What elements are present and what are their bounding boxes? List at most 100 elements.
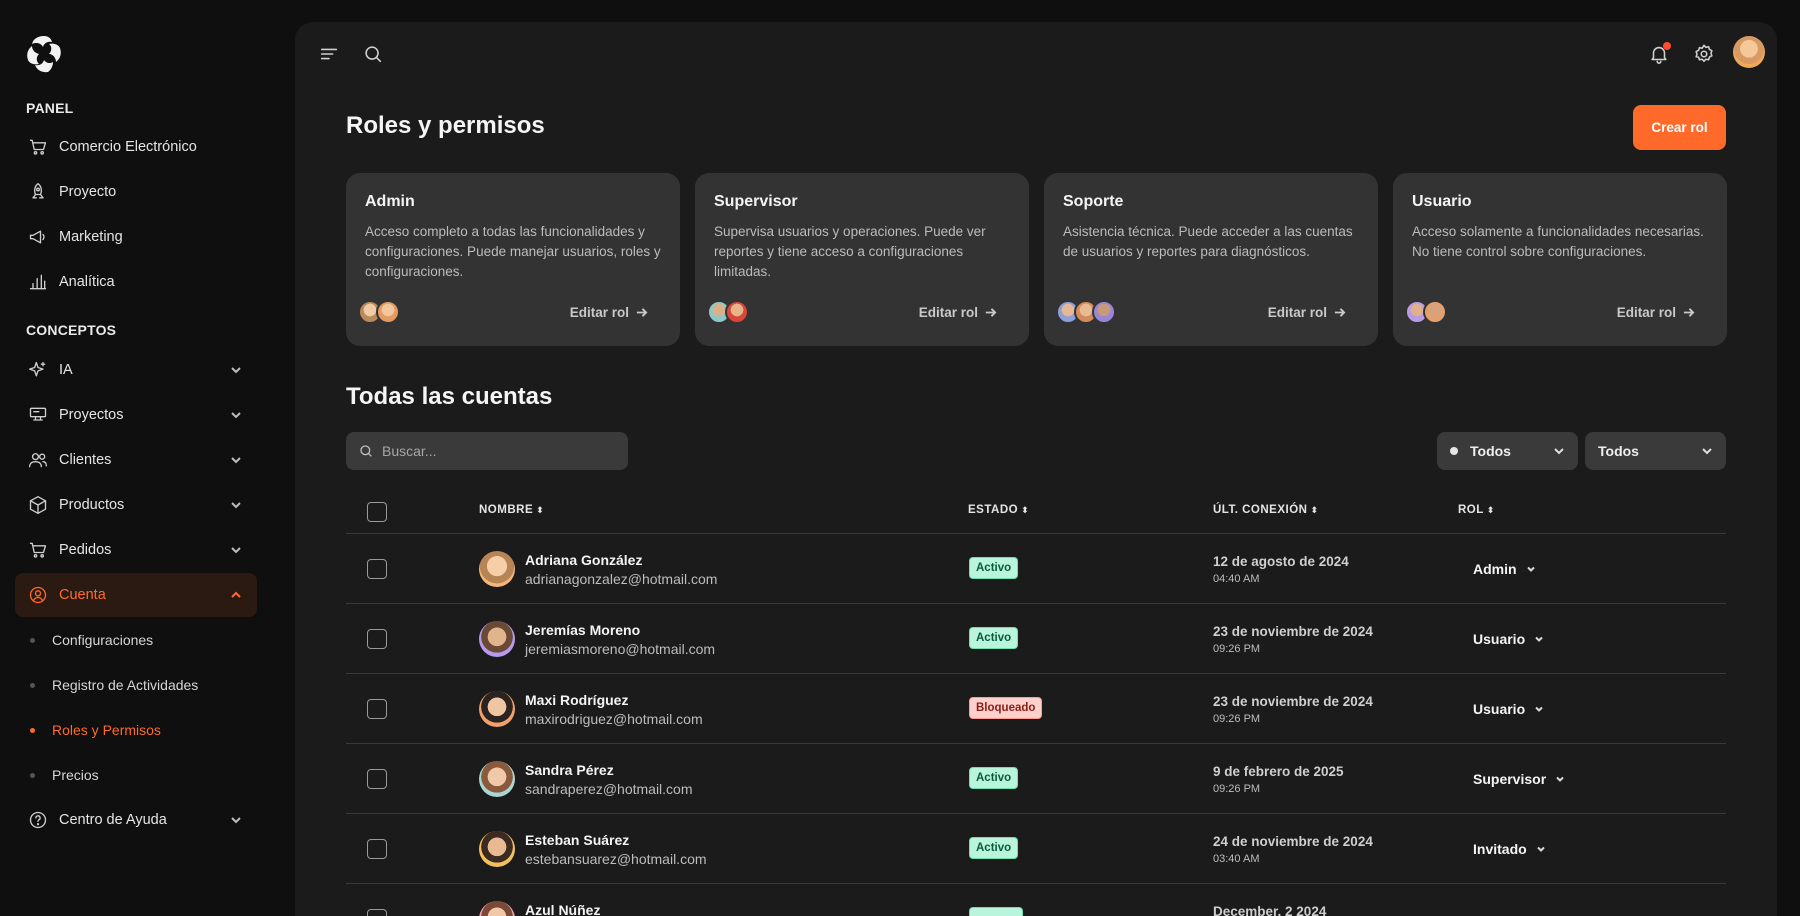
edit-role-link[interactable]: Editar rol xyxy=(570,305,648,320)
arrow-right-icon xyxy=(636,308,648,317)
sidebar: PANEL Comercio Electrónico Proyecto Mark… xyxy=(0,0,280,916)
edit-role-link[interactable]: Editar rol xyxy=(1617,305,1695,320)
role-card-title: Usuario xyxy=(1412,193,1472,210)
role-card-usuario: Usuario Acceso solamente a funcionalidad… xyxy=(1393,173,1727,346)
section-label-conceptos: CONCEPTOS xyxy=(26,322,117,338)
status-dot xyxy=(1450,447,1458,455)
search-input[interactable] xyxy=(382,443,612,459)
row-checkbox[interactable] xyxy=(367,839,387,859)
chevron-down-icon xyxy=(1535,706,1543,712)
sidebar-item-label: Productos xyxy=(59,497,125,513)
avatar xyxy=(725,300,749,324)
gear-icon[interactable] xyxy=(1692,42,1716,66)
sidebar-subitem-roles[interactable]: Roles y Permisos xyxy=(30,715,161,745)
chevron-down-icon[interactable] xyxy=(229,813,243,827)
role-card-admin: Admin Acceso completo a todas las funcio… xyxy=(346,173,680,346)
sidebar-item-label: Clientes xyxy=(59,452,112,468)
chevron-down-icon xyxy=(1526,566,1535,572)
role-filter-select[interactable]: Todos xyxy=(1585,432,1726,470)
sidebar-item-ayuda[interactable]: Centro de Ayuda xyxy=(15,798,257,842)
divider xyxy=(346,533,1726,534)
sort-icon: ⬍ xyxy=(536,504,545,515)
sidebar-item-cuenta[interactable]: Cuenta xyxy=(15,573,257,617)
sidebar-item-clientes[interactable]: Clientes xyxy=(15,438,257,482)
role-value: Usuario xyxy=(1473,701,1526,717)
role-dropdown[interactable]: Invitado xyxy=(1473,841,1546,857)
column-header-role[interactable]: ROL ⬍ xyxy=(1458,504,1495,516)
row-checkbox[interactable] xyxy=(367,909,387,916)
bell-icon[interactable] xyxy=(1647,42,1671,66)
chevron-down-icon[interactable] xyxy=(229,363,243,377)
sidebar-subitem-precios[interactable]: Precios xyxy=(30,760,99,790)
create-role-button[interactable]: Crear rol xyxy=(1633,105,1726,150)
menu-icon[interactable] xyxy=(317,42,341,66)
avatar xyxy=(1423,300,1447,324)
row-time: 03:40 AM xyxy=(1213,853,1260,865)
sidebar-item-label: IA xyxy=(59,362,73,378)
sidebar-item-proyectos[interactable]: Proyectos xyxy=(15,393,257,437)
row-email: sandraperez@hotmail.com xyxy=(525,781,693,797)
edit-role-link[interactable]: Editar rol xyxy=(1268,305,1346,320)
status-badge: Activo xyxy=(969,767,1019,789)
sidebar-item-marketing[interactable]: Marketing xyxy=(15,215,257,259)
role-dropdown[interactable]: Admin xyxy=(1473,561,1536,577)
divider xyxy=(346,673,1726,674)
chevron-down-icon[interactable] xyxy=(229,453,243,467)
select-all-checkbox[interactable] xyxy=(367,502,387,522)
chevron-down-icon[interactable] xyxy=(229,498,243,512)
column-header-label: ÚLT. CONEXIÓN xyxy=(1213,504,1308,516)
chevron-down-icon[interactable] xyxy=(229,408,243,422)
column-header-status[interactable]: ESTADO ⬍ xyxy=(968,504,1029,516)
row-checkbox[interactable] xyxy=(367,769,387,789)
avatar xyxy=(479,761,515,797)
sidebar-subitem-configuraciones[interactable]: Configuraciones xyxy=(30,625,153,655)
role-dropdown[interactable]: Supervisor xyxy=(1473,771,1565,787)
chevron-down-icon[interactable] xyxy=(229,543,243,557)
cart-icon xyxy=(27,539,49,561)
row-name: Esteban Suárez xyxy=(525,832,630,848)
bullet-dot xyxy=(30,727,35,733)
sort-icon: ⬍ xyxy=(1021,504,1030,515)
app-logo[interactable] xyxy=(22,32,66,76)
avatar xyxy=(479,691,515,727)
sidebar-item-productos[interactable]: Productos xyxy=(15,483,257,527)
sidebar-item-proyecto[interactable]: Proyecto xyxy=(15,170,257,214)
sidebar-item-label: Cuenta xyxy=(59,587,106,603)
avatar xyxy=(1092,300,1116,324)
sidebar-item-analitica[interactable]: Analítica xyxy=(15,260,257,304)
row-checkbox[interactable] xyxy=(367,699,387,719)
edit-role-link[interactable]: Editar rol xyxy=(919,305,997,320)
role-card-description: Asistencia técnica. Puede acceder a las … xyxy=(1063,224,1353,259)
row-name: Jeremías Moreno xyxy=(525,622,641,638)
row-name: Azul Núñez xyxy=(525,902,601,916)
user-avatar[interactable] xyxy=(1733,36,1765,68)
status-filter-select[interactable]: Todos xyxy=(1437,432,1578,470)
row-date: 23 de noviembre de 2024 xyxy=(1213,624,1373,639)
row-date: 24 de noviembre de 2024 xyxy=(1213,834,1373,849)
role-value: Usuario xyxy=(1473,631,1526,647)
sidebar-item-pedidos[interactable]: Pedidos xyxy=(15,528,257,572)
column-header-name[interactable]: NOMBRE ⬍ xyxy=(479,504,544,516)
sidebar-item-comercio[interactable]: Comercio Electrónico xyxy=(15,125,257,169)
accounts-search[interactable] xyxy=(346,432,628,470)
chevron-up-icon[interactable] xyxy=(229,588,243,602)
row-checkbox[interactable] xyxy=(367,629,387,649)
sidebar-item-ia[interactable]: IA xyxy=(15,348,257,392)
column-header-last-connection[interactable]: ÚLT. CONEXIÓN ⬍ xyxy=(1213,504,1319,516)
sidebar-subitem-registro[interactable]: Registro de Actividades xyxy=(30,670,198,700)
role-avatars xyxy=(358,300,400,324)
bullet-dot xyxy=(30,682,35,688)
divider xyxy=(346,813,1726,814)
search-icon[interactable] xyxy=(361,42,385,66)
role-dropdown[interactable]: Usuario xyxy=(1473,701,1544,717)
edit-role-label: Editar rol xyxy=(569,305,629,320)
status-badge: Activo xyxy=(969,837,1019,859)
role-value: Supervisor xyxy=(1473,771,1547,787)
row-name: Adriana González xyxy=(525,552,643,568)
role-avatars xyxy=(707,300,749,324)
role-card-description: Acceso completo a todas las funcionalida… xyxy=(365,224,661,279)
row-checkbox[interactable] xyxy=(367,559,387,579)
role-dropdown[interactable]: Usuario xyxy=(1473,631,1544,647)
sidebar-item-label: Marketing xyxy=(59,229,123,245)
sidebar-item-label: Pedidos xyxy=(59,542,112,558)
